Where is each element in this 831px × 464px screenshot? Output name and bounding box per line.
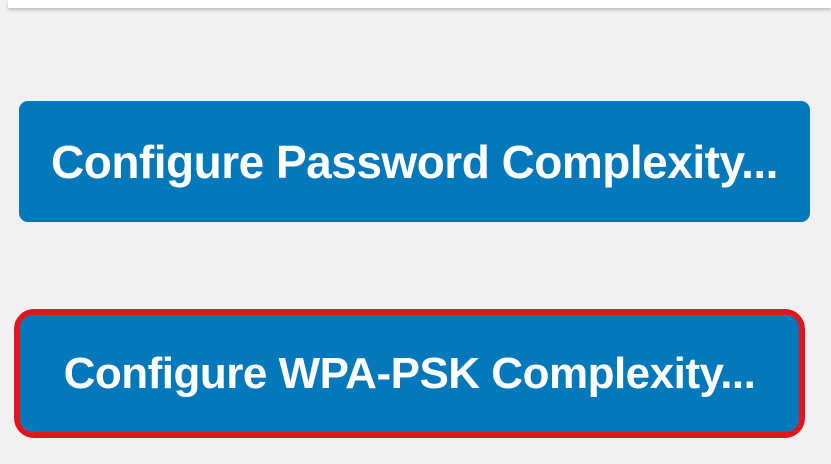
configure-password-complexity-button[interactable]: Configure Password Complexity... [19, 101, 810, 222]
settings-panel: Configure Password Complexity... Configu… [0, 0, 831, 464]
configure-wpa-psk-complexity-button[interactable]: Configure WPA-PSK Complexity... [20, 315, 799, 432]
top-divider [8, 0, 831, 8]
